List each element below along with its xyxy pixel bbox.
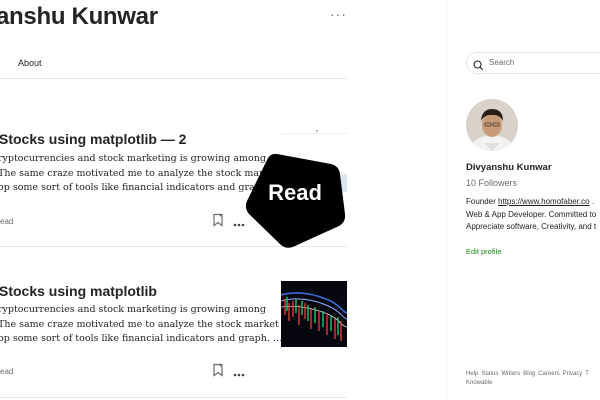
bio-prefix: Founder xyxy=(466,197,499,206)
footer-link-knowable[interactable]: Knowable xyxy=(466,380,492,386)
bio-suffix: . xyxy=(589,197,595,206)
search-input[interactable] xyxy=(466,52,600,74)
search-placeholder[interactable]: Search xyxy=(489,58,514,67)
footer-link-status[interactable]: Status xyxy=(481,371,498,377)
sidebar-divider xyxy=(446,0,447,400)
footer-link-help[interactable]: Help xyxy=(466,371,478,377)
bookmark-icon[interactable] xyxy=(212,363,224,382)
excerpt-line: op some sort of tools like financial ind… xyxy=(0,182,283,193)
excerpt-line: ryptocurrencies and stock marketing is g… xyxy=(0,304,266,315)
excerpt-line: op some sort of tools like financial ind… xyxy=(0,333,283,344)
tabs-divider xyxy=(0,78,347,79)
thumbnail-edge xyxy=(281,133,347,134)
read-time: ead xyxy=(0,367,14,376)
bio-line: Appreciate software, Creativity, and t xyxy=(466,222,597,231)
excerpt-line: The same craze motivated me to analyze t… xyxy=(0,167,279,179)
tab-about[interactable]: About xyxy=(18,58,42,68)
post-title[interactable]: Stocks using matplotlib — 2 xyxy=(0,131,186,147)
post-title[interactable]: Stocks using matplotlib xyxy=(0,283,157,299)
footer-link-blog[interactable]: Blog xyxy=(523,371,535,377)
page-title: anshu Kunwar xyxy=(0,3,158,30)
bottom-divider xyxy=(0,397,347,398)
post-thumbnail[interactable] xyxy=(281,281,347,347)
more-options-icon[interactable]: ··· xyxy=(330,6,347,22)
excerpt-line: The same craze motivated me to analyze t… xyxy=(0,318,279,330)
post-card[interactable]: Stocks using matplotlib ryptocurrencies … xyxy=(0,247,347,387)
footer-links: Help Status Writers Blog Careers Privacy T Know… xyxy=(466,370,600,388)
excerpt-line: ryptocurrencies and stock marketing is g… xyxy=(0,153,266,164)
bio-line: Founder https://www.homofaber.co . xyxy=(466,196,600,209)
read-overlay-label[interactable]: Read xyxy=(243,180,347,206)
read-time: ead xyxy=(0,217,14,226)
bio-line: Web & App Developer. Committed to xyxy=(466,209,597,219)
footer-link-writers[interactable]: Writers xyxy=(501,371,520,377)
author-bio: Founder https://www.homofaber.co . Web &… xyxy=(466,196,600,234)
footer-link-careers[interactable]: Careers xyxy=(538,371,559,377)
footer-link-terms[interactable]: T xyxy=(585,371,589,377)
footer-link-privacy[interactable]: Privacy xyxy=(563,371,583,377)
followers-count[interactable]: 10 Followers xyxy=(466,178,517,188)
more-icon[interactable] xyxy=(233,365,245,383)
edit-profile-link[interactable]: Edit profile xyxy=(466,247,501,256)
thumbnail-edge-mark xyxy=(316,130,318,132)
bio-link[interactable]: https://www.homofaber.co xyxy=(498,197,590,206)
stock-chart-image xyxy=(281,281,347,347)
post-excerpt[interactable]: ryptocurrencies and stock marketing is g… xyxy=(0,303,282,347)
post-excerpt[interactable]: ryptocurrencies and stock marketing is g… xyxy=(0,152,282,196)
search-icon xyxy=(473,58,484,76)
bookmark-icon[interactable] xyxy=(212,213,224,232)
author-name[interactable]: Divyanshu Kunwar xyxy=(466,162,552,173)
avatar[interactable] xyxy=(466,99,518,151)
